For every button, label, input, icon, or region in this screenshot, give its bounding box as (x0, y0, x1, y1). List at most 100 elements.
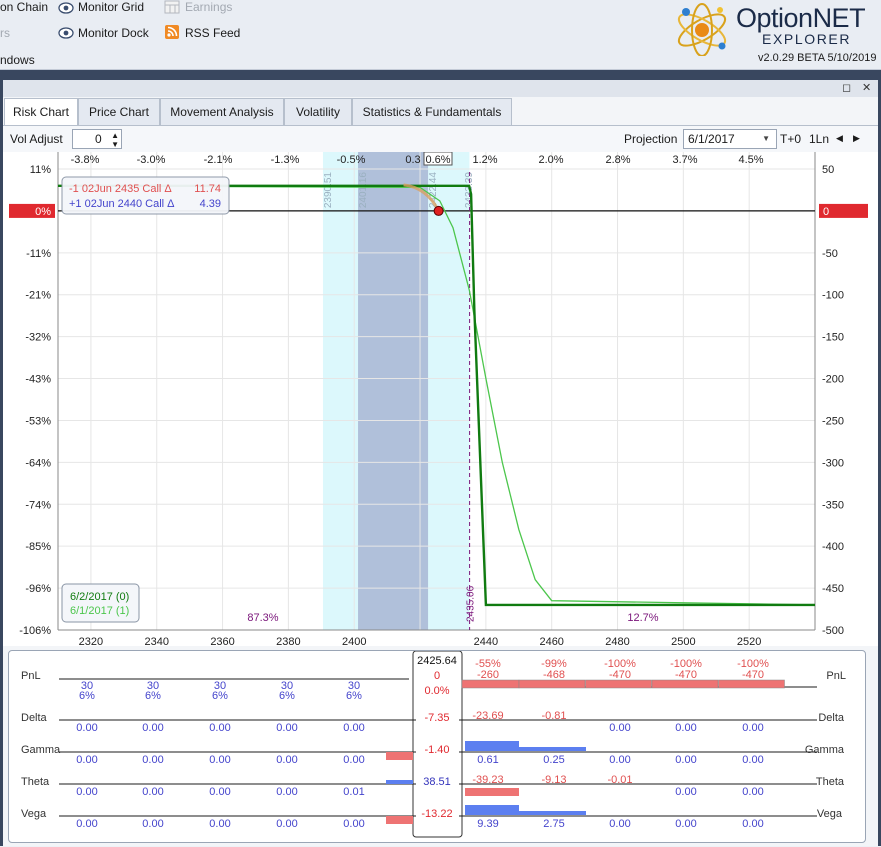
top-tick-label: -2.1% (204, 154, 233, 166)
theta-neg-bar (465, 788, 519, 796)
pnl-value-right: -470 (609, 669, 631, 681)
left-tick-label: -21% (25, 290, 51, 302)
greek-value-right: 0.00 (742, 722, 763, 734)
left-tick-label: -43% (25, 374, 51, 386)
greek-value-right: 0.00 (675, 786, 696, 798)
lines-label[interactable]: 1Ln (809, 132, 829, 146)
greek-value: 0.00 (209, 818, 230, 830)
vega-bar (465, 805, 519, 815)
chart-toolbar: Vol Adjust 0 ▲ ▼ Projection 6/1/2017 ▼ T… (3, 125, 878, 152)
left-tick-label: -32% (25, 332, 51, 344)
greek-row-label-right: Theta (816, 776, 845, 788)
vol-adjust-spinner[interactable]: 0 ▲ ▼ (72, 129, 122, 149)
tab-price-chart[interactable]: Price Chart (78, 98, 160, 125)
previous-arrow-icon[interactable]: ◀ (836, 133, 843, 144)
greek-value: 0.00 (209, 786, 230, 798)
top-tick-label: -1.3% (271, 154, 300, 166)
tab-statistics-fundamentals[interactable]: Statistics & Fundamentals (352, 98, 512, 125)
greek-value-right: 2.75 (543, 818, 564, 830)
x-tick-label: 2480 (605, 636, 629, 646)
greek-value: 0.00 (76, 818, 97, 830)
logo-subtitle: EXPLORER (762, 31, 852, 47)
tab-volatility[interactable]: Volatility (284, 98, 352, 125)
greek-value: 0.00 (343, 818, 364, 830)
top-tick-label: -3.0% (137, 154, 166, 166)
earnings-button[interactable]: Earnings (185, 0, 232, 14)
greek-value: 0.00 (142, 722, 163, 734)
right-tick-label: -50 (822, 248, 838, 260)
top-tick-label: 4.5% (738, 154, 763, 166)
option-chain-button[interactable]: on Chain (0, 0, 48, 14)
greek-value: 0.00 (276, 722, 297, 734)
greek-value-right: 0.00 (609, 818, 630, 830)
greek-value-right: 0.00 (742, 754, 763, 766)
tab-risk-chart[interactable]: Risk Chart (4, 98, 78, 125)
probability-left-label: 87.3% (247, 612, 278, 624)
pnl-percent: 6% (145, 690, 161, 702)
right-tick-label: -100 (822, 290, 844, 302)
dropdown-chevron-icon[interactable]: ▼ (762, 130, 770, 148)
projection-date-picker[interactable]: 6/1/2017 ▼ (683, 129, 777, 149)
pnl-loss-bar (651, 679, 719, 689)
top-tick-label: 2.0% (538, 154, 563, 166)
rss-feed-button[interactable]: RSS Feed (185, 26, 240, 40)
theta-bar (386, 780, 413, 784)
rss-feed-icon (165, 25, 179, 39)
x-tick-label: 2380 (276, 636, 300, 646)
window-divider (0, 70, 881, 80)
greek-row-label: Theta (21, 776, 50, 788)
x-tick-label: 2520 (737, 636, 761, 646)
greek-value-right: 9.39 (477, 818, 498, 830)
greek-value-right: -0.01 (607, 774, 632, 786)
greek-value: 0.00 (142, 818, 163, 830)
pnl-center-value: 0 (434, 670, 440, 682)
left-tick-label: -106% (19, 625, 51, 637)
right-tick-label: -300 (822, 457, 844, 469)
greek-row-label: Delta (21, 712, 48, 724)
risk-chart[interactable]: 2390.51 2401.16 2422.44 2433.39 11% -11% -21% -… (3, 151, 878, 648)
x-tick-label: 2500 (671, 636, 695, 646)
pnl-percent: 6% (212, 690, 228, 702)
monitor-grid-icon (58, 2, 74, 14)
version-label: v2.0.29 BETA 5/10/2019 (758, 52, 877, 64)
series-legend-item: 6/1/2017 (1) (70, 605, 129, 617)
series-legend-item: 6/2/2017 (0) (70, 591, 129, 603)
left-tick-label: -96% (25, 583, 51, 595)
top-tick-label: 1.2% (472, 154, 497, 166)
position-delta: 4.39 (200, 198, 221, 210)
right-tick-label: 50 (822, 164, 834, 176)
t-offset-label[interactable]: T+0 (780, 132, 801, 146)
projection-label: Projection (624, 132, 678, 146)
x-tick-label: 2400 (342, 636, 366, 646)
pnl-loss-bar (718, 679, 785, 689)
greek-row-label-right: Gamma (805, 744, 845, 756)
ribbon-item-cut[interactable]: rs (0, 26, 10, 40)
right-tick-label: -500 (822, 625, 844, 637)
monitor-dock-button[interactable]: Monitor Dock (78, 26, 149, 40)
pnl-loss-bar (518, 679, 586, 689)
greek-value-right: 0.00 (609, 754, 630, 766)
greek-value-right: -39.23 (472, 774, 503, 786)
greek-center-value: -1.40 (424, 744, 449, 756)
inner-sd-band (358, 152, 429, 630)
x-tick-label: 2320 (79, 636, 103, 646)
next-arrow-icon[interactable]: ▶ (853, 133, 860, 144)
greek-row-label: Vega (21, 808, 47, 820)
pnl-loss-bar (461, 679, 520, 689)
greek-value: 0.00 (343, 722, 364, 734)
restore-window-icon[interactable]: ◻ (842, 81, 851, 94)
greek-value: 0.00 (276, 786, 297, 798)
monitor-grid-button[interactable]: Monitor Grid (78, 0, 144, 14)
greek-value: 0.01 (343, 786, 364, 798)
close-window-icon[interactable]: ✕ (862, 81, 871, 94)
greek-value-right: 0.00 (675, 754, 696, 766)
greek-center-value: 38.51 (423, 776, 451, 788)
vega-neg-bar (386, 816, 413, 824)
pnl-percent: 6% (346, 690, 362, 702)
top-tick-label: 0.3 (405, 154, 420, 166)
pnl-percent: 6% (79, 690, 95, 702)
tab-movement-analysis[interactable]: Movement Analysis (160, 98, 284, 125)
top-tick-label: 2.8% (605, 154, 630, 166)
greek-value-right: 0.00 (742, 786, 763, 798)
greek-row-label-right: Vega (817, 808, 843, 820)
